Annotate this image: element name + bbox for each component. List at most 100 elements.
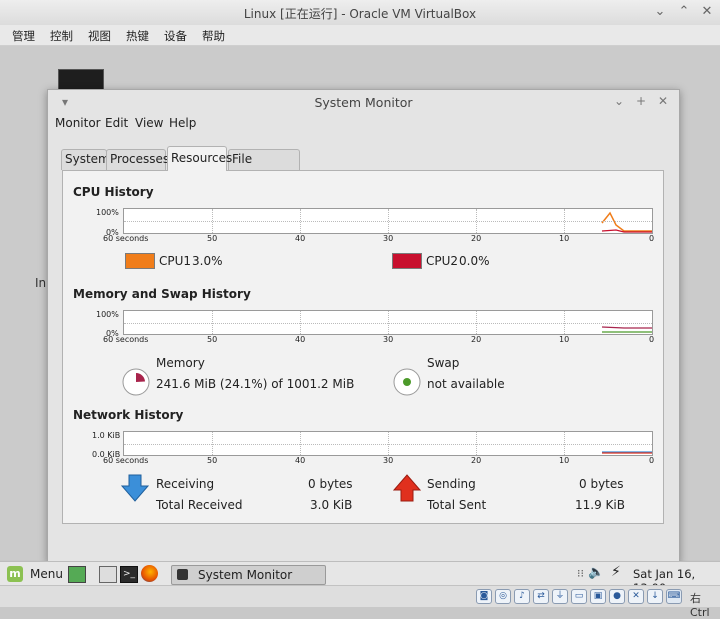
swap-value: not available [427, 377, 505, 391]
network-connection-icon[interactable]: ⚡ [611, 564, 621, 580]
memory-x-label: 30 [383, 335, 394, 344]
virtualization-icon[interactable]: ✕ [628, 589, 644, 604]
sysmon-titlebar[interactable]: ▾ System Monitor ⌄ + ✕ [48, 90, 679, 114]
file-manager-icon[interactable] [99, 566, 117, 583]
close-icon[interactable]: ✕ [656, 94, 670, 108]
network-x-label: 10 [559, 456, 570, 465]
memory-x-label: 10 [559, 335, 570, 344]
taskbar-window-label: System Monitor [198, 568, 293, 582]
menu-edit[interactable]: Edit [105, 116, 128, 130]
mint-logo-icon[interactable]: m [7, 566, 23, 582]
memory-pie-icon[interactable] [121, 367, 151, 397]
cpu-x-label: 0 [649, 234, 655, 243]
guest-taskbar: m Menu >_ System Monitor ⁝⁝ 🔈 ⚡ Sat Jan … [0, 561, 720, 595]
total-received-value: 3.0 KiB [310, 498, 353, 512]
receiving-label: Receiving [156, 477, 215, 491]
cpu1-label: CPU1 [159, 254, 192, 268]
total-sent-value: 11.9 KiB [575, 498, 625, 512]
memory-value: 241.6 MiB (24.1%) of 1001.2 MiB [156, 377, 355, 391]
maximize-icon[interactable]: ⌃ [676, 4, 692, 20]
cpu2-value: 0.0% [459, 254, 490, 268]
optical-drive-icon[interactable]: ◎ [495, 589, 511, 604]
taskbar-window-button[interactable]: System Monitor [171, 565, 326, 585]
vbox-window-title: Linux [正在运行] - Oracle VM VirtualBox [243, 7, 477, 21]
menu-monitor[interactable]: Monitor [55, 116, 101, 130]
tab-file-systems[interactable]: File Systems [228, 149, 300, 185]
network-x-label: 30 [383, 456, 394, 465]
vbox-menu-help[interactable]: 帮助 [202, 28, 225, 44]
firefox-icon[interactable] [141, 565, 158, 582]
vbox-statusbar: ◙ ◎ ♪ ⇄ ⏚ ▭ ▣ ● ✕ ↓ ⌨ 右 Ctrl [0, 585, 720, 619]
cpu-x-label: 40 [295, 234, 306, 243]
tab-resources[interactable]: Resources [167, 146, 232, 171]
memory-history-heading: Memory and Swap History [73, 287, 251, 301]
cpu-history-heading: CPU History [73, 185, 154, 199]
cpu-x-label: 60 seconds [103, 234, 149, 243]
desktop-text-fragment: In [35, 276, 47, 290]
graph-gridline [124, 443, 652, 445]
close-icon[interactable]: ✕ [699, 4, 715, 20]
network-x-label: 60 seconds [103, 456, 149, 465]
graph-gridline [124, 322, 652, 324]
network-history-graph [123, 431, 653, 456]
cpu-x-label: 50 [207, 234, 218, 243]
receiving-arrow-icon[interactable] [121, 473, 149, 503]
memory-history-graph [123, 310, 653, 335]
total-sent-label: Total Sent [427, 498, 487, 512]
shared-folders-icon[interactable]: ▭ [571, 589, 587, 604]
vbox-menubar: 管理 控制 视图 热键 设备 帮助 [0, 25, 720, 46]
tab-processes[interactable]: Processes [106, 149, 169, 170]
keyboard-capture-icon[interactable]: ⌨ [666, 589, 682, 604]
cpu-x-label: 10 [559, 234, 570, 243]
memory-x-label: 40 [295, 335, 306, 344]
volume-icon[interactable]: 🔈 [588, 565, 604, 580]
audio-icon[interactable]: ♪ [514, 589, 530, 604]
vbox-menu-devices[interactable]: 设备 [164, 28, 187, 44]
vbox-menu-hotkey[interactable]: 热键 [126, 28, 149, 44]
minimize-icon[interactable]: ⌄ [652, 4, 668, 20]
cpu1-color-swatch[interactable] [125, 253, 155, 269]
swap-pie-icon[interactable] [392, 367, 422, 397]
network-y-top: 1.0 KiB [92, 431, 121, 440]
tray-separator-icon: ⁝⁝ [577, 567, 584, 580]
memory-x-label: 20 [471, 335, 482, 344]
tab-system[interactable]: System [61, 149, 110, 170]
swap-label: Swap [427, 356, 460, 370]
menu-help[interactable]: Help [169, 116, 196, 130]
terminal-icon[interactable]: >_ [120, 566, 138, 583]
network-x-label: 50 [207, 456, 218, 465]
minimize-icon[interactable]: ⌄ [612, 94, 626, 108]
vbox-menu-manage[interactable]: 管理 [12, 28, 35, 44]
cpu1-history-line [601, 211, 652, 232]
show-desktop-icon[interactable] [68, 566, 86, 583]
video-capture-icon[interactable]: ● [609, 589, 625, 604]
display-icon[interactable]: ▣ [590, 589, 606, 604]
memory-x-label: 60 seconds [103, 335, 149, 344]
hard-disk-icon[interactable]: ◙ [476, 589, 492, 604]
menu-view[interactable]: View [135, 116, 163, 130]
usb-icon[interactable]: ⏚ [552, 589, 568, 604]
sending-label: Sending [427, 477, 476, 491]
memory-x-label: 50 [207, 335, 218, 344]
cpu1-value: 3.0% [192, 254, 223, 268]
network-adapter-icon[interactable]: ⇄ [533, 589, 549, 604]
graph-gridline [124, 221, 652, 222]
maximize-icon[interactable]: + [634, 94, 648, 108]
total-received-label: Total Received [156, 498, 243, 512]
cpu2-color-swatch[interactable] [392, 253, 422, 269]
sysmon-title: System Monitor [314, 95, 413, 110]
system-monitor-window: ▾ System Monitor ⌄ + ✕ Monitor Edit View… [47, 89, 680, 563]
start-menu-button[interactable]: Menu [30, 567, 63, 581]
receiving-value: 0 bytes [308, 477, 353, 491]
vbox-menu-control[interactable]: 控制 [50, 28, 73, 44]
memory-history-line [601, 326, 652, 329]
network-x-label: 40 [295, 456, 306, 465]
vbox-titlebar: Linux [正在运行] - Oracle VM VirtualBox ⌄ ⌃ … [0, 0, 720, 26]
vbox-menu-view[interactable]: 视图 [88, 28, 111, 44]
mouse-integration-icon[interactable]: ↓ [647, 589, 663, 604]
memory-label: Memory [156, 356, 205, 370]
system-monitor-icon [177, 569, 188, 580]
cpu-x-label: 20 [471, 234, 482, 243]
sending-arrow-icon[interactable] [393, 473, 421, 503]
memory-x-label: 0 [649, 335, 655, 344]
